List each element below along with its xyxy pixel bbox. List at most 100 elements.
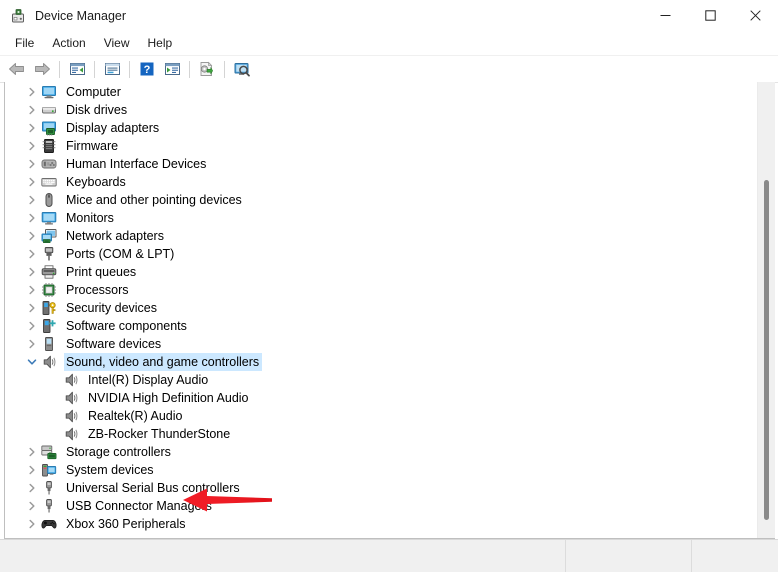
close-button[interactable] [733,0,778,31]
tree-item-label: Storage controllers [66,445,171,459]
window-title: Device Manager [35,8,127,23]
chevron-right-icon[interactable] [23,209,41,227]
chevron-right-icon[interactable] [23,137,41,155]
menu-file[interactable]: File [6,33,43,53]
tree-item[interactable]: Intel(R) Display Audio [5,371,757,389]
tree-item[interactable]: Disk drives [5,101,757,119]
tree-item[interactable]: Security devices [5,299,757,317]
chevron-down-icon[interactable] [23,353,41,371]
mouse-icon [41,192,57,208]
title-bar-left: Device Manager [0,8,643,24]
tree-item[interactable]: Monitors [5,209,757,227]
tree-item[interactable]: Ports (COM & LPT) [5,245,757,263]
chevron-right-icon[interactable] [23,443,41,461]
printer-icon [41,264,57,280]
tree-item-label: Human Interface Devices [66,157,207,171]
chevron-right-icon[interactable] [23,263,41,281]
chevron-right-icon[interactable] [23,299,41,317]
hid-gamepad-icon [41,156,57,172]
tree-item[interactable]: Print queues [5,263,757,281]
svg-text:?: ? [144,64,151,76]
vertical-scrollbar-thumb[interactable] [764,180,769,520]
status-bar [0,539,778,572]
scan-for-hardware-changes-button[interactable] [230,58,254,80]
tree-item-label: Computer [66,85,121,99]
tree-item[interactable]: Realtek(R) Audio [5,407,757,425]
update-driver-button[interactable] [195,58,219,80]
tree-item[interactable]: Network adapters [5,227,757,245]
chevron-right-icon[interactable] [23,317,41,335]
tree-item[interactable]: ZB-Rocker ThunderStone [5,425,757,443]
show-hide-console-tree-button[interactable] [65,58,89,80]
chevron-right-icon[interactable] [23,515,41,533]
maximize-button[interactable] [688,0,733,31]
device-manager-icon [10,8,26,24]
chevron-right-icon[interactable] [23,245,41,263]
tree-item[interactable]: Human Interface Devices [5,155,757,173]
device-tree[interactable]: Computer Disk drives Display adapters Firmw… [5,82,757,538]
tree-item[interactable]: Universal Serial Bus controllers [5,479,757,497]
chevron-right-icon[interactable] [23,83,41,101]
tree-item-label: Realtek(R) Audio [88,409,183,423]
tree-item-label: ZB-Rocker ThunderStone [88,427,231,441]
title-bar: Device Manager [0,0,778,31]
tree-item[interactable]: Processors [5,281,757,299]
tree-item-label: Xbox 360 Peripherals [66,517,186,531]
tree-item[interactable]: Xbox 360 Peripherals [5,515,757,533]
chevron-right-icon[interactable] [23,281,41,299]
chevron-right-icon[interactable] [23,119,41,137]
tree-item-label: Disk drives [66,103,128,117]
tree-item[interactable]: Mice and other pointing devices [5,191,757,209]
usb-icon [41,480,57,496]
tree-item-label: Security devices [66,301,158,315]
chevron-right-icon[interactable] [23,479,41,497]
chevron-right-icon[interactable] [23,173,41,191]
tree-item-label: Universal Serial Bus controllers [66,481,240,495]
toolbar-separator-4 [189,60,190,78]
usb-icon [41,498,57,514]
chevron-right-icon[interactable] [23,461,41,479]
chevron-right-icon[interactable] [23,101,41,119]
chevron-right-icon[interactable] [23,497,41,515]
tree-item[interactable]: Storage controllers [5,443,757,461]
window-controls [643,0,778,31]
tree-item-label: Firmware [66,139,119,153]
keyboard-icon [41,174,57,190]
firmware-chip-icon [41,138,57,154]
tree-item[interactable]: Software devices [5,335,757,353]
tree-item[interactable]: NVIDIA High Definition Audio [5,389,757,407]
tree-item[interactable]: Computer [5,83,757,101]
vertical-scrollbar[interactable] [757,82,775,538]
chevron-right-icon[interactable] [23,335,41,353]
processor-icon [41,282,57,298]
tree-item-label: Intel(R) Display Audio [88,373,209,387]
chevron-right-icon[interactable] [23,155,41,173]
properties-button[interactable] [100,58,124,80]
help-button[interactable]: ? [135,58,159,80]
tree-item[interactable]: Firmware [5,137,757,155]
security-key-icon [41,300,57,316]
tree-item[interactable]: Display adapters [5,119,757,137]
status-pane-main [0,540,566,572]
tree-item[interactable]: USB Connector Managers [5,497,757,515]
tree-item[interactable]: Sound, video and game controllers [5,353,757,371]
forward-button[interactable] [30,58,54,80]
menu-help[interactable]: Help [139,33,182,53]
chevron-right-icon[interactable] [23,191,41,209]
status-pane-secondary [566,540,692,572]
show-hide-action-pane-button[interactable] [160,58,184,80]
tree-item[interactable]: Software components [5,317,757,335]
menu-action[interactable]: Action [43,33,94,53]
menu-view[interactable]: View [95,33,139,53]
minimize-button[interactable] [643,0,688,31]
speaker-icon [63,426,79,442]
chevron-right-icon[interactable] [23,227,41,245]
speaker-icon [41,354,57,370]
tree-item-label: Sound, video and game controllers [64,353,263,371]
tree-item[interactable]: Keyboards [5,173,757,191]
back-button[interactable] [5,58,29,80]
tree-item[interactable]: System devices [5,461,757,479]
tree-item-label: Ports (COM & LPT) [66,247,175,261]
tree-item-label: System devices [66,463,154,477]
toolbar: ? [0,56,778,83]
